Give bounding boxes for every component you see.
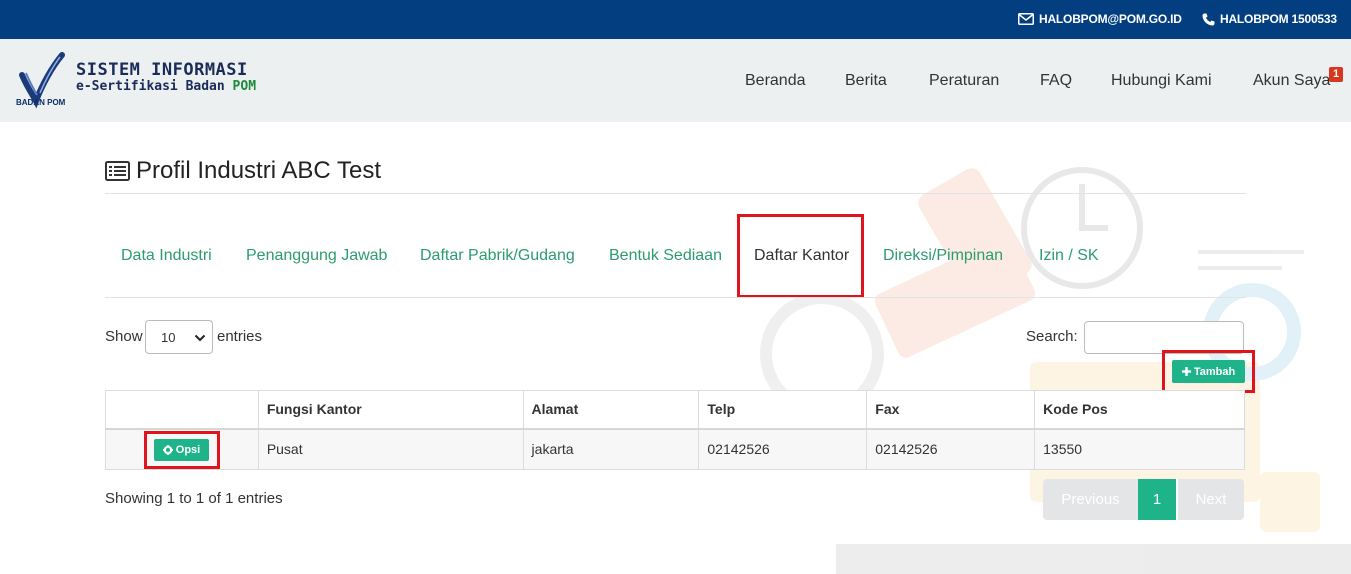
logo-caption: BADAN POM <box>16 98 66 107</box>
cell-kode-pos: 13550 <box>1034 428 1245 470</box>
pagination: Previous 1 Next <box>1043 479 1244 520</box>
tab-daftar-kantor[interactable]: Daftar Kantor <box>754 247 849 265</box>
entries-label: entries <box>217 328 263 345</box>
tab-direksi-pimpinan[interactable]: Direksi/Pimpinan <box>883 247 1003 265</box>
site-header: BADAN POM SISTEM INFORMASI e-Sertifikasi… <box>0 39 1351 122</box>
entries-length-value: 10 <box>161 330 176 345</box>
nav-faq[interactable]: FAQ <box>1040 72 1072 90</box>
column-header-alamat[interactable]: Alamat <box>522 390 700 430</box>
office-table: Fungsi Kantor Alamat Telp Fax Kode Pos P… <box>105 390 1245 470</box>
tab-izin-sk[interactable]: Izin / SK <box>1039 247 1099 265</box>
plus-icon <box>1181 367 1191 376</box>
column-header-telp[interactable]: Telp <box>698 390 868 430</box>
search-label: Search: <box>1026 328 1078 345</box>
options-button-label: Opsi <box>175 444 201 456</box>
nav-hubungi-kami[interactable]: Hubungi Kami <box>1111 72 1212 90</box>
brand-subtitle-pom: POM <box>232 79 257 94</box>
tab-daftar-pabrik-gudang[interactable]: Daftar Pabrik/Gudang <box>420 247 575 265</box>
contact-phone[interactable]: HALOBPOM 1500533 <box>1202 12 1337 26</box>
brand-title: SISTEM INFORMASI <box>76 60 248 80</box>
tab-data-industri[interactable]: Data Industri <box>121 247 212 265</box>
column-header-fungsi-kantor[interactable]: Fungsi Kantor <box>257 390 524 430</box>
nav-akun-saya[interactable]: Akun Saya <box>1253 72 1330 90</box>
background-illustration <box>760 167 1351 574</box>
entries-length-select[interactable]: 10 <box>145 320 213 354</box>
brand-subtitle: e-Sertifikasi Badan POM <box>76 79 256 94</box>
list-alt-icon <box>105 161 130 181</box>
contact-email[interactable]: HALOBPOM@POM.GO.ID <box>1018 12 1182 26</box>
cell-fax: 02142526 <box>866 428 1036 470</box>
show-label: Show <box>105 328 143 345</box>
cell-fungsi-kantor: Pusat <box>257 428 524 470</box>
brand-subtitle-text: e-Sertifikasi Badan <box>76 79 233 94</box>
tabs-divider <box>105 297 1246 298</box>
pagination-next[interactable]: Next <box>1176 479 1244 520</box>
cell-alamat: jakarta <box>522 428 700 470</box>
table-row: Pusat jakarta 02142526 02142526 13550 <box>105 428 1245 470</box>
contact-phone-text: HALOBPOM 1500533 <box>1220 12 1337 26</box>
add-button-label: Tambah <box>1193 365 1236 378</box>
column-header-action <box>105 390 259 430</box>
notification-badge[interactable]: 1 <box>1329 67 1343 82</box>
cell-telp: 02142526 <box>698 428 868 470</box>
column-header-fax[interactable]: Fax <box>866 390 1036 430</box>
top-contact-bar: HALOBPOM@POM.GO.ID HALOBPOM 1500533 <box>0 0 1351 39</box>
tab-penanggung-jawab[interactable]: Penanggung Jawab <box>246 247 387 265</box>
options-button[interactable]: Opsi <box>154 439 209 461</box>
nav-beranda[interactable]: Beranda <box>745 72 806 90</box>
add-office-button[interactable]: Tambah <box>1172 360 1245 383</box>
gear-icon <box>162 445 173 455</box>
phone-icon <box>1202 13 1215 25</box>
envelope-icon <box>1018 13 1034 25</box>
tab-bentuk-sediaan[interactable]: Bentuk Sediaan <box>609 247 722 265</box>
chevron-down-icon <box>194 334 206 342</box>
nav-berita[interactable]: Berita <box>845 72 887 90</box>
column-header-kode-pos[interactable]: Kode Pos <box>1034 390 1245 430</box>
table-info: Showing 1 to 1 of 1 entries <box>105 490 283 507</box>
table-header-row: Fungsi Kantor Alamat Telp Fax Kode Pos <box>105 390 1245 430</box>
pagination-previous[interactable]: Previous <box>1043 479 1138 520</box>
pagination-page-1[interactable]: 1 <box>1138 479 1176 520</box>
page-title: Profil Industri ABC Test <box>136 157 381 184</box>
nav-peraturan[interactable]: Peraturan <box>929 72 999 90</box>
title-divider <box>105 193 1246 194</box>
contact-email-text: HALOBPOM@POM.GO.ID <box>1039 12 1182 26</box>
